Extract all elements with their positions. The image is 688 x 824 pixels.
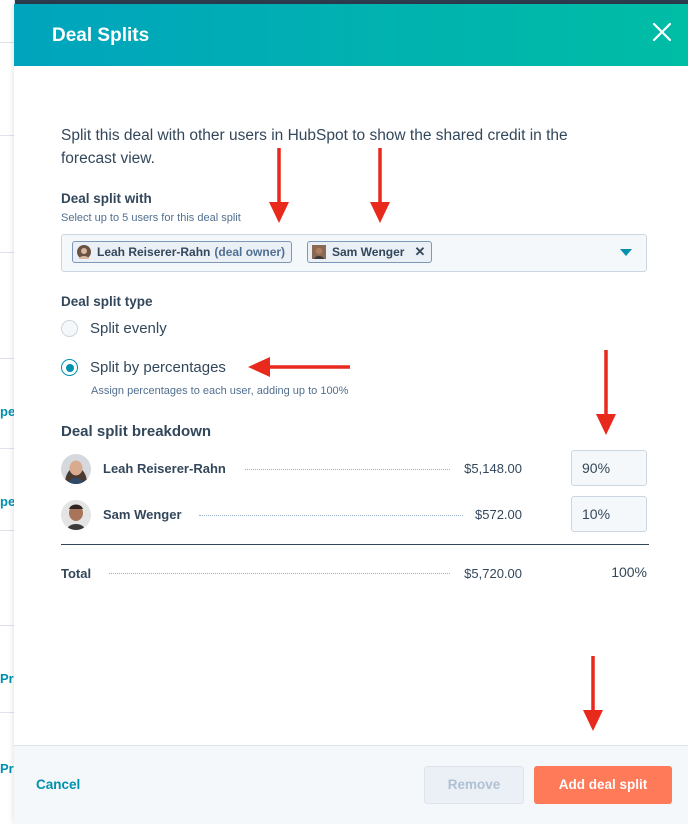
radio-label: Split by percentages bbox=[90, 359, 226, 376]
background-text-fragment: Pr bbox=[0, 671, 14, 686]
background-divider bbox=[0, 625, 14, 626]
avatar bbox=[77, 245, 91, 259]
modal-intro-text: Split this deal with other users in HubS… bbox=[61, 127, 568, 167]
leader-dots bbox=[245, 469, 450, 470]
background-divider bbox=[0, 135, 14, 136]
total-label: Total bbox=[61, 566, 92, 581]
background-divider bbox=[0, 448, 14, 449]
total-percent: 100% bbox=[611, 564, 647, 580]
avatar bbox=[61, 454, 91, 484]
close-icon[interactable] bbox=[650, 20, 674, 44]
deal-owner-tag: (deal owner) bbox=[214, 245, 286, 259]
percentage-input[interactable] bbox=[571, 450, 647, 486]
background-divider bbox=[0, 252, 14, 253]
background-divider bbox=[0, 42, 14, 43]
percentage-input[interactable] bbox=[571, 496, 647, 532]
breakdown-title: Deal split breakdown bbox=[61, 423, 212, 440]
deal-split-with-label: Deal split with bbox=[61, 191, 152, 206]
chevron-down-icon[interactable] bbox=[620, 249, 632, 256]
background-text-fragment: per bbox=[0, 494, 14, 509]
modal-title: Deal Splits bbox=[52, 25, 150, 46]
modal-footer: Cancel Remove Add deal split bbox=[14, 745, 688, 824]
chip-name: Sam Wenger bbox=[332, 245, 405, 259]
add-deal-split-button[interactable]: Add deal split bbox=[534, 766, 672, 804]
leader-dots bbox=[109, 573, 450, 574]
user-chip-sam[interactable]: Sam Wenger ✕ bbox=[307, 241, 433, 263]
radio-button[interactable] bbox=[61, 359, 78, 376]
radio-button[interactable] bbox=[61, 320, 78, 337]
deal-splits-modal: Deal Splits Split this deal with other u… bbox=[14, 4, 688, 824]
deal-split-users-select[interactable]: Leah Reiserer-Rahn (deal owner) Sam Weng… bbox=[61, 234, 647, 272]
radio-split-evenly[interactable]: Split evenly bbox=[61, 320, 167, 337]
breakdown-divider bbox=[61, 544, 649, 545]
background-text-fragment: per bbox=[0, 404, 14, 419]
breakdown-amount: $5,148.00 bbox=[464, 461, 522, 476]
breakdown-amount: $572.00 bbox=[475, 507, 522, 522]
avatar bbox=[61, 500, 91, 530]
radio-label: Split evenly bbox=[90, 320, 167, 337]
background-divider bbox=[0, 712, 14, 713]
background-divider bbox=[0, 358, 14, 359]
deal-split-with-helper: Select up to 5 users for this deal split bbox=[61, 212, 241, 224]
chip-name: Leah Reiserer-Rahn bbox=[97, 245, 211, 259]
avatar bbox=[312, 245, 326, 259]
radio-split-by-percentages[interactable]: Split by percentages bbox=[61, 359, 226, 376]
breakdown-user-name: Leah Reiserer-Rahn bbox=[103, 461, 226, 476]
remove-button: Remove bbox=[424, 766, 524, 804]
background-text-fragment: Pr bbox=[0, 761, 14, 776]
user-chip-leah[interactable]: Leah Reiserer-Rahn (deal owner) bbox=[72, 241, 293, 263]
remove-chip-icon[interactable]: ✕ bbox=[414, 244, 425, 260]
modal-header: Deal Splits bbox=[14, 4, 688, 66]
cancel-button[interactable]: Cancel bbox=[36, 777, 80, 792]
deal-split-type-label: Deal split type bbox=[61, 294, 153, 309]
total-amount: $5,720.00 bbox=[464, 566, 522, 581]
breakdown-user-name: Sam Wenger bbox=[103, 507, 182, 522]
background-left-panel: per per Pr Pr bbox=[0, 0, 15, 823]
split-by-percentages-helper: Assign percentages to each user, adding … bbox=[91, 385, 349, 397]
background-divider bbox=[0, 530, 14, 531]
